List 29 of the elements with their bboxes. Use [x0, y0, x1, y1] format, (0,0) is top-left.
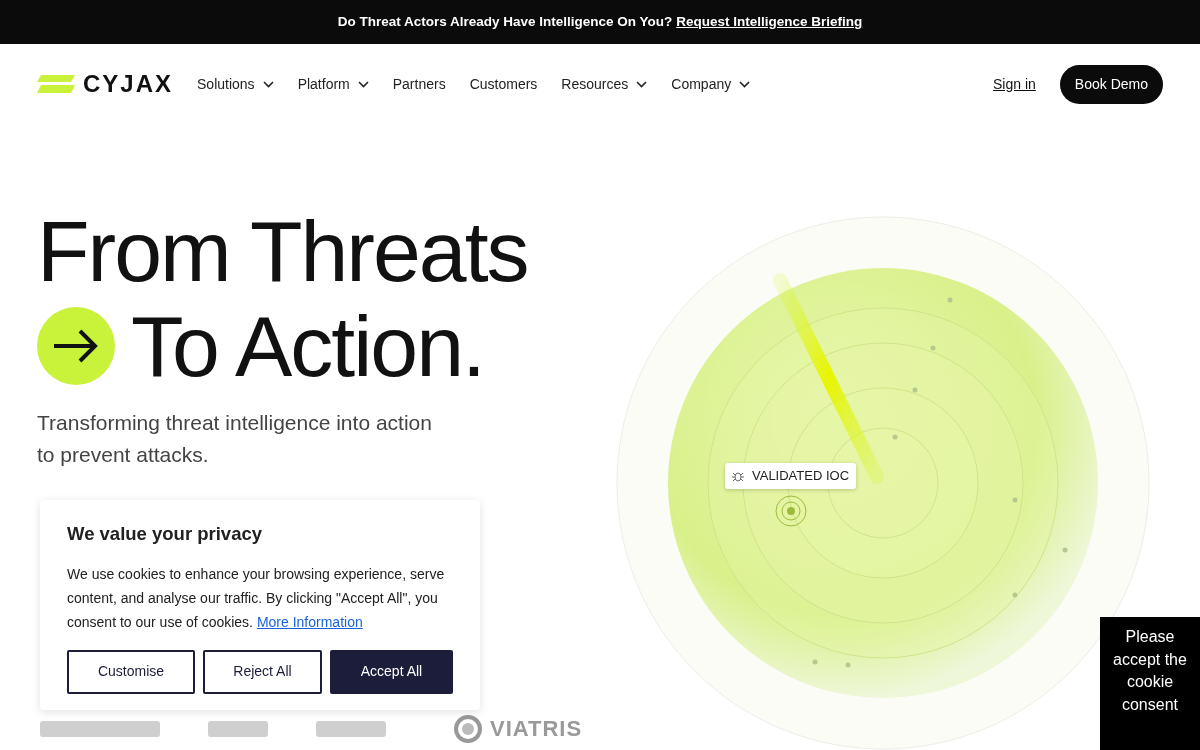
- briefing-link[interactable]: Request Intelligence Briefing: [676, 11, 863, 33]
- hero-subtitle: Transforming threat intelligence into action to prevent attacks.: [37, 410, 433, 468]
- nav-link[interactable]: Customers: [469, 73, 538, 95]
- logo-wordmark: CYJAX: [83, 69, 174, 99]
- globe-icon: [454, 714, 482, 743]
- cookie-title: We value your privacy: [67, 522, 264, 546]
- logo-placeholder: [208, 720, 268, 737]
- cookie-button[interactable]: Accept All: [330, 649, 453, 694]
- cookie-button[interactable]: Reject All: [203, 649, 322, 694]
- more-information-link[interactable]: More Information: [256, 613, 363, 630]
- cookie-notice: Please accept the cookie consent: [1100, 617, 1200, 750]
- radar-label: VALIDATED IOC: [752, 467, 850, 485]
- hero-title: To Action.: [131, 298, 484, 394]
- logo-placeholder: [316, 720, 386, 737]
- nav-link[interactable]: Company: [671, 73, 751, 95]
- nav-link[interactable]: Solutions: [197, 73, 274, 95]
- cookie-button[interactable]: Customise: [67, 649, 195, 694]
- logo-text: VIATRIS: [490, 715, 583, 743]
- nav-link[interactable]: Partners: [392, 73, 446, 95]
- logo-icon: [37, 75, 75, 93]
- cookie-text: We use cookies to enhance your browsing experience, serve content, and analyse our traffic. By clicking "Accept All", you consent to our use of cookies. More Information: [67, 564, 446, 632]
- target-icon: [775, 495, 807, 527]
- sign-in-link[interactable]: Sign in: [993, 73, 1036, 95]
- bug-icon: [732, 469, 744, 482]
- hero-title: From Threats: [37, 204, 529, 299]
- announcement-text: Do Threat Actors Already Have Intelligence On You?: [337, 12, 673, 31]
- nav-link[interactable]: Resources: [561, 73, 648, 95]
- nav-link[interactable]: Platform: [297, 73, 369, 95]
- book-demo-button[interactable]: Book Demo: [1059, 64, 1163, 104]
